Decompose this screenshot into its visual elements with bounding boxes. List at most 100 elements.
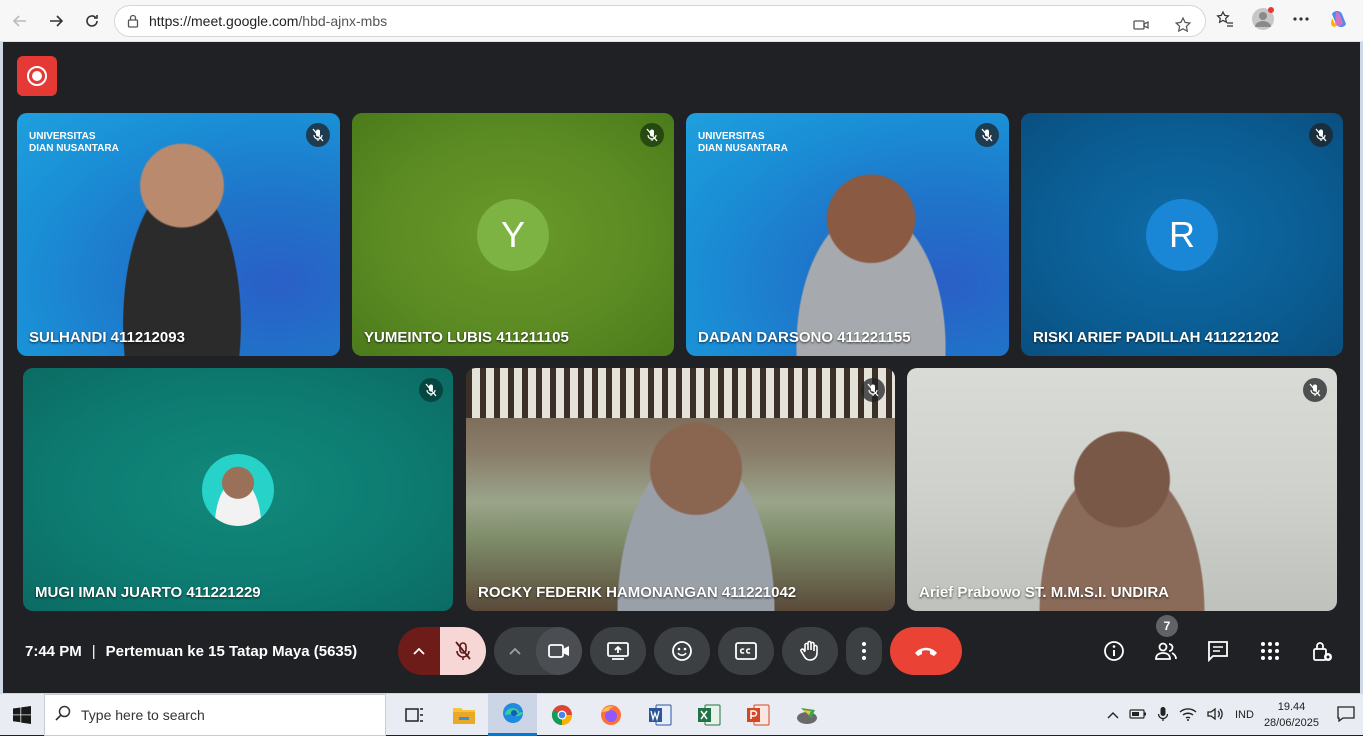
emoji-icon — [672, 641, 692, 661]
favorites-icon[interactable] — [1211, 5, 1239, 33]
participant-tile[interactable]: MUGI IMAN JUARTO 411221229 — [23, 368, 453, 611]
recording-button[interactable] — [17, 56, 57, 96]
activities-button[interactable] — [1256, 637, 1284, 665]
meeting-details-button[interactable] — [1100, 637, 1128, 665]
audio-options-button[interactable] — [398, 627, 440, 675]
participant-tile[interactable]: ROCKY FEDERIK HAMONANGAN 411221042 — [466, 368, 895, 611]
chat-button[interactable] — [1204, 637, 1232, 665]
meet-stage: UNIVERSITAS DIAN NUSANTARA SULHANDI 41121… — [0, 42, 1363, 693]
url-text: https://meet.google.com/hbd-ajnx-mbs — [149, 13, 388, 29]
video-options-button[interactable] — [494, 627, 536, 675]
mic-muted-icon — [419, 378, 443, 402]
chrome-icon — [551, 704, 572, 725]
powerpoint-app[interactable] — [733, 694, 782, 736]
arrow-left-icon — [12, 14, 26, 27]
folder-icon — [452, 707, 475, 724]
mic-muted-icon — [1303, 378, 1327, 402]
meeting-info-separator: | — [91, 643, 96, 660]
task-view-button[interactable] — [390, 694, 439, 736]
meeting-info: 7:44 PM | Pertemuan ke 15 Tatap Maya (5635… — [25, 643, 357, 660]
chevron-up-icon — [509, 647, 521, 655]
battery-icon[interactable] — [1129, 708, 1147, 723]
start-button[interactable] — [0, 694, 44, 736]
host-controls-button[interactable] — [1308, 637, 1336, 665]
powerpoint-icon — [746, 704, 769, 725]
meeting-title: Pertemuan ke 15 Tatap Maya (5635) — [105, 643, 358, 660]
people-button[interactable]: 7 — [1152, 615, 1180, 665]
firefox-browser-app[interactable] — [586, 694, 635, 736]
more-menu-icon[interactable] — [1287, 5, 1315, 33]
profile-avatar-icon[interactable] — [1249, 5, 1277, 33]
reload-button[interactable] — [74, 3, 110, 39]
host-lock-icon — [1313, 642, 1332, 661]
arrow-right-icon — [50, 14, 64, 27]
clock-time: 19.44 — [1277, 701, 1306, 713]
back-button[interactable] — [2, 3, 38, 39]
participant-video — [596, 408, 796, 611]
participant-tile[interactable]: UNIVERSITAS DIAN NUSANTARA DADAN DARSONO … — [686, 113, 1009, 356]
raise-hand-button[interactable] — [782, 627, 838, 675]
camera-in-use-icon[interactable] — [1127, 11, 1155, 39]
taskbar-search[interactable]: Type here to search — [44, 693, 386, 736]
record-icon — [27, 66, 47, 86]
participant-tile[interactable]: UNIVERSITAS DIAN NUSANTARA SULHANDI 41121… — [17, 113, 340, 356]
address-bar[interactable]: https://meet.google.com/hbd-ajnx-mbs — [114, 5, 1206, 37]
forward-button[interactable] — [38, 3, 74, 39]
reactions-button[interactable] — [654, 627, 710, 675]
mic-muted-icon — [861, 378, 885, 402]
university-logo: UNIVERSITAS DIAN NUSANTARA — [698, 131, 788, 154]
participant-name: RISKI ARIEF PADILLAH 411221202 — [1033, 329, 1279, 346]
participant-tile[interactable]: Arief Prabowo ST. M.M.S.I. UNDIRA — [907, 368, 1337, 611]
word-app[interactable] — [635, 694, 684, 736]
mic-muted-icon — [975, 123, 999, 147]
more-options-button[interactable] — [846, 627, 882, 675]
participant-tile[interactable]: R RISKI ARIEF PADILLAH 411221202 — [1021, 113, 1343, 356]
taskbar-apps — [390, 693, 831, 736]
reload-icon — [86, 14, 98, 27]
task-view-icon — [404, 707, 423, 722]
camera-toggle-button[interactable] — [536, 627, 582, 675]
taskbar-clock[interactable]: 19.44 28/06/2025 — [1264, 699, 1319, 731]
other-app[interactable] — [782, 694, 831, 736]
camera-control-group — [494, 627, 582, 675]
browser-toolbar: https://meet.google.com/hbd-ajnx-mbs — [0, 0, 1363, 42]
university-logo: UNIVERSITAS DIAN NUSANTARA — [29, 131, 119, 154]
apps-grid-icon — [1261, 642, 1279, 660]
firefox-icon — [600, 704, 621, 725]
excel-app[interactable] — [684, 694, 733, 736]
mic-muted-icon — [1309, 123, 1333, 147]
participant-avatar-photo — [202, 453, 274, 526]
present-screen-button[interactable] — [590, 627, 646, 675]
closed-captions-icon — [735, 642, 757, 660]
chrome-browser-app[interactable] — [537, 694, 586, 736]
notifications-button[interactable] — [1337, 705, 1355, 725]
copilot-icon[interactable] — [1325, 5, 1353, 33]
participant-name: YUMEINTO LUBIS 411211105 — [364, 329, 569, 346]
favorite-star-icon[interactable] — [1169, 11, 1197, 39]
site-info-icon[interactable] — [125, 13, 141, 29]
show-hidden-icons-button[interactable] — [1107, 708, 1119, 722]
participant-name: SULHANDI 411212093 — [29, 329, 185, 346]
participant-tile[interactable]: Y YUMEINTO LUBIS 411211105 — [352, 113, 674, 356]
volume-icon[interactable] — [1207, 707, 1225, 724]
microphone-toggle-button[interactable] — [440, 627, 486, 675]
excel-icon — [697, 704, 720, 725]
participant-name: ROCKY FEDERIK HAMONANGAN 411221042 — [478, 584, 797, 601]
microphone-tray-icon[interactable] — [1157, 706, 1169, 725]
edge-browser-app[interactable] — [488, 693, 537, 736]
app-icon — [796, 707, 817, 724]
clock-date: 28/06/2025 — [1263, 717, 1319, 729]
wifi-icon[interactable] — [1179, 707, 1197, 724]
captions-button[interactable] — [718, 627, 774, 675]
windows-logo-icon — [13, 705, 31, 724]
input-language[interactable]: IND — [1235, 709, 1254, 721]
meeting-controls-bar: 7:44 PM | Pertemuan ke 15 Tatap Maya (5635… — [3, 615, 1360, 691]
more-vert-icon — [862, 642, 866, 660]
camera-icon — [548, 644, 569, 658]
people-count-badge: 7 — [1156, 615, 1178, 637]
mic-muted-icon — [306, 123, 330, 147]
file-explorer-app[interactable] — [439, 694, 488, 736]
leave-call-button[interactable] — [890, 627, 962, 675]
side-panel-controls: 7 — [1100, 615, 1336, 665]
mic-off-icon — [455, 641, 471, 660]
